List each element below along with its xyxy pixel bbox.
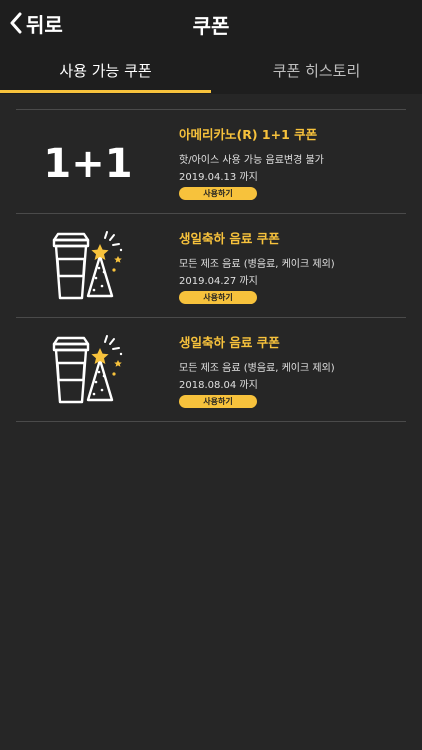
use-coupon-button[interactable]: 사용하기 [179,187,257,200]
coupon-description: 모든 제조 음료 (병음료, 케이크 제외) [179,363,335,374]
birthday-drink-icon [38,226,138,306]
birthday-drink-icon [38,330,138,410]
use-coupon-button[interactable]: 사용하기 [179,395,257,408]
tab-available-coupons[interactable]: 사용 가능 쿠폰 [0,46,211,94]
coupon-title: 생일축하 음료 쿠폰 [179,231,280,246]
one-plus-one-icon: 1+1 [38,122,138,202]
tab-coupon-history[interactable]: 쿠폰 히스토리 [211,46,422,94]
coupon-expiry: 2019.04.13 까지 [179,172,258,183]
tab-bar: 사용 가능 쿠폰 쿠폰 히스토리 [0,46,422,94]
page-title: 쿠폰 [192,14,230,38]
coupon-item: 1+1 아메리카노(R) 1+1 쿠폰 핫/아이스 사용 가능 음료변경 불가 … [16,110,406,214]
app-header: 뒤로 쿠폰 [0,0,422,46]
coupon-expiry: 2019.04.27 까지 [179,276,258,287]
coupon-expiry: 2018.08.04 까지 [179,380,258,391]
coupon-item: 생일축하 음료 쿠폰 모든 제조 음료 (병음료, 케이크 제외) 2019.0… [16,214,406,318]
svg-text:1+1: 1+1 [43,141,132,187]
coupon-title: 아메리카노(R) 1+1 쿠폰 [179,127,318,142]
coupon-description: 핫/아이스 사용 가능 음료변경 불가 [179,155,324,166]
coupon-item: 생일축하 음료 쿠폰 모든 제조 음료 (병음료, 케이크 제외) 2018.0… [16,318,406,422]
use-coupon-button[interactable]: 사용하기 [179,291,257,304]
coupon-description: 모든 제조 음료 (병음료, 케이크 제외) [179,259,335,270]
coupon-title: 생일축하 음료 쿠폰 [179,335,280,350]
active-tab-indicator [0,90,211,93]
coupon-list: 1+1 아메리카노(R) 1+1 쿠폰 핫/아이스 사용 가능 음료변경 불가 … [16,109,406,422]
